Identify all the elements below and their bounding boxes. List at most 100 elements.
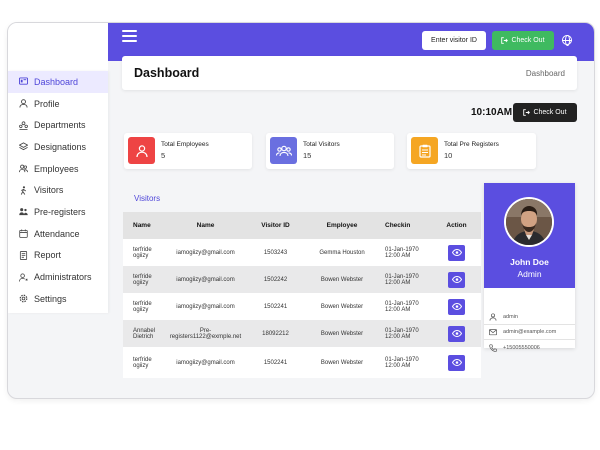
cell-checkin: 01-Jan-1970 12:00 AM <box>385 300 419 313</box>
cell-employee: Bowen Webster <box>320 276 364 283</box>
cell-name: Annabel Dietrich <box>133 327 156 340</box>
eye-icon <box>451 249 462 256</box>
departments-icon <box>19 121 28 130</box>
check-out-button[interactable]: Check Out <box>492 31 554 50</box>
view-button[interactable] <box>448 325 465 342</box>
column-header[interactable]: Checkin <box>377 212 432 239</box>
admin-icon <box>19 273 28 282</box>
sidebar-item-profile[interactable]: Profile <box>8 93 108 115</box>
stat-value: 15 <box>303 151 312 160</box>
calendar-icon <box>19 229 28 238</box>
cell-employee: Bowen Webster <box>320 330 364 337</box>
cell-visitor-id: 1502242 <box>263 276 288 283</box>
sidebar-item-departments[interactable]: Departments <box>8 114 108 136</box>
sidebar-item-employees[interactable]: Employees <box>8 158 108 180</box>
cell-name: terfride ogiizy <box>133 273 152 286</box>
cell-visitor-id: 1503243 <box>263 249 288 256</box>
check-out-button-secondary[interactable]: Check Out <box>513 103 577 122</box>
sidebar-item-dashboard[interactable]: Dashboard <box>8 71 108 93</box>
avatar[interactable] <box>504 197 554 247</box>
table-row: terfride ogiizy iamogiizy@gmail.com 1503… <box>123 239 481 266</box>
visitors-section-title: Visitors <box>134 194 161 203</box>
stat-label: Total Employees <box>161 141 209 148</box>
sidebar-item-visitors[interactable]: Visitors <box>8 179 108 201</box>
view-button[interactable] <box>448 354 465 371</box>
globe-icon[interactable] <box>562 35 572 46</box>
cell-checkin: 01-Jan-1970 12:00 AM <box>385 273 419 286</box>
stat-value: 10 <box>444 151 453 160</box>
cell-employee: Gemma Houston <box>319 249 365 256</box>
column-header[interactable]: Employee <box>307 212 377 239</box>
profile-card: John Doe Admin admin admin@example.com +… <box>484 183 575 352</box>
table-row: terfride ogiizy iamogiizy@gmail.com 1502… <box>123 266 481 293</box>
user-icon <box>19 99 28 108</box>
profile-email: admin@example.com <box>503 329 557 335</box>
sidebar-item-label: Report <box>34 250 62 261</box>
view-button[interactable] <box>448 244 465 261</box>
profile-phone: +15005550006 <box>503 344 540 351</box>
stat-card-pre-registers[interactable]: Total Pre Registers 10 <box>407 133 536 169</box>
sidebar-item-report[interactable]: Report <box>8 245 108 267</box>
profile-role: Admin <box>517 269 542 279</box>
profile-name: John Doe <box>510 257 549 267</box>
mail-icon <box>489 329 497 336</box>
profile-username: admin <box>503 314 518 320</box>
cell-email: iamogiizy@gmail.com <box>176 303 235 310</box>
sidebar-item-label: Designations <box>34 141 87 152</box>
eye-icon <box>451 359 462 366</box>
sidebar-item-label: Profile <box>34 98 60 109</box>
walking-icon <box>20 186 27 195</box>
check-out-label: Check Out <box>533 109 567 116</box>
sidebar: Dashboard Profile Departments Designatio… <box>8 71 108 313</box>
sidebar-item-label: Employees <box>34 163 79 174</box>
cell-visitor-id: 1502241 <box>263 303 288 310</box>
eye-icon <box>451 330 462 337</box>
cell-employee: Bowen Webster <box>320 303 364 310</box>
clipboard-icon <box>411 137 438 164</box>
layers-icon <box>19 142 28 151</box>
hamburger-menu-icon[interactable] <box>122 30 137 42</box>
sidebar-item-label: Settings <box>34 293 67 304</box>
page-header: Dashboard Dashboard <box>122 56 577 90</box>
cell-checkin: 01-Jan-1970 12:00 AM <box>385 246 419 259</box>
cell-email: iamogiizy@gmail.com <box>176 359 235 366</box>
cell-email: iamogiizy@gmail.com <box>176 249 235 256</box>
view-button[interactable] <box>448 271 465 288</box>
table-row: terfride ogiizy iamogiizy@gmail.com 1502… <box>123 293 481 320</box>
cell-visitor-id: 18092212 <box>262 330 289 337</box>
column-header[interactable]: Action <box>432 212 481 239</box>
profile-email-row: admin@example.com <box>484 325 575 340</box>
visitors-table: Name Name Visitor ID Employee Checkin Ac… <box>123 212 481 378</box>
profile-username-row: admin <box>484 310 575 325</box>
stat-card-visitors[interactable]: Total Visitors 15 <box>266 133 394 169</box>
eye-icon <box>451 276 462 283</box>
column-header[interactable]: Visitor ID <box>244 212 307 239</box>
cell-checkin: 01-Jan-1970 12:00 AM <box>385 356 419 369</box>
gear-icon <box>19 294 28 303</box>
sidebar-item-designations[interactable]: Designations <box>8 136 108 158</box>
sidebar-item-label: Departments <box>34 120 86 131</box>
sidebar-item-label: Attendance <box>34 228 80 239</box>
sidebar-item-pre-registers[interactable]: Pre-registers <box>8 201 108 223</box>
stat-card-employees[interactable]: Total Employees 5 <box>124 133 252 169</box>
logout-icon <box>501 37 509 44</box>
column-header[interactable]: Name <box>123 212 167 239</box>
check-out-label: Check Out <box>511 37 545 44</box>
column-header[interactable]: Name <box>167 212 244 239</box>
cell-email: Pre-registers1122@exmple.net <box>169 327 242 340</box>
logout-icon <box>523 109 531 116</box>
cell-email: iamogiizy@gmail.com <box>176 276 235 283</box>
sidebar-item-settings[interactable]: Settings <box>8 288 108 310</box>
stat-value: 5 <box>161 151 166 160</box>
cell-checkin: 01-Jan-1970 12:00 AM <box>385 327 419 340</box>
user-icon <box>489 313 497 321</box>
sidebar-item-administrators[interactable]: Administrators <box>8 266 108 288</box>
cell-employee: Bowen Webster <box>320 359 364 366</box>
table-row: Annabel Dietrich Pre-registers1122@exmpl… <box>123 320 481 347</box>
sidebar-item-attendance[interactable]: Attendance <box>8 223 108 245</box>
view-button[interactable] <box>448 298 465 315</box>
cell-name: terfride ogiizy <box>133 246 152 259</box>
cell-name: terfride ogiizy <box>133 300 152 313</box>
enter-visitor-id-button[interactable]: Enter visitor ID <box>422 31 486 50</box>
breadcrumb[interactable]: Dashboard <box>526 69 565 78</box>
